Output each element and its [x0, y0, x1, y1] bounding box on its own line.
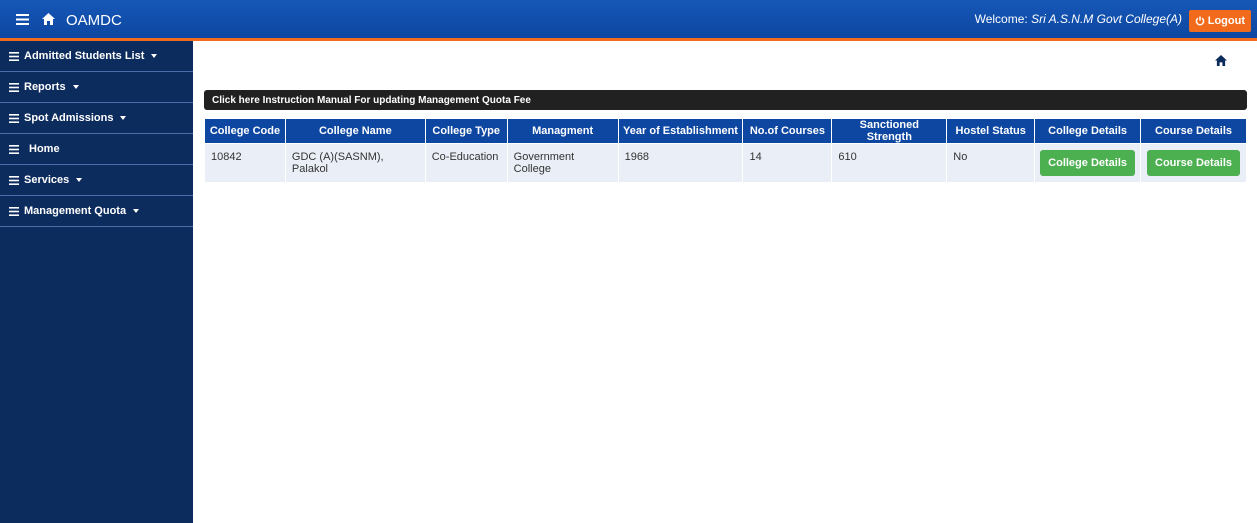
- column-header: Managment: [506, 118, 619, 144]
- column-header: College Type: [424, 118, 508, 144]
- sidebar-item-spot-admissions[interactable]: Spot Admissions: [0, 103, 193, 134]
- college-type-cell: Co-Education: [424, 143, 508, 183]
- sidebar-item-home[interactable]: Home: [0, 134, 193, 165]
- college-details-button[interactable]: College Details: [1040, 150, 1136, 176]
- column-header: College Details: [1034, 118, 1142, 144]
- app-brand[interactable]: OAMDC: [66, 12, 122, 29]
- sidebar-item-management-quota[interactable]: Management Quota: [0, 196, 193, 227]
- column-header: Course Details: [1140, 118, 1247, 144]
- sidebar-item-services[interactable]: Services: [0, 165, 193, 196]
- bars-icon: [9, 113, 19, 123]
- bars-icon: [9, 175, 19, 185]
- hostel-cell: No: [946, 143, 1036, 183]
- course-details-cell: Course Details: [1140, 143, 1247, 183]
- sidebar-item-label: Admitted Students List: [24, 50, 145, 62]
- caret-down-icon: [76, 178, 83, 182]
- sidebar-item-label: Services: [24, 174, 70, 186]
- logout-button[interactable]: Logout: [1188, 10, 1251, 32]
- hamburger-menu-icon[interactable]: [16, 14, 29, 25]
- logout-label: Logout: [1207, 15, 1245, 27]
- home-icon[interactable]: [1215, 55, 1227, 66]
- table-header-row: College Code College Name College Type M…: [204, 118, 1247, 144]
- caret-down-icon: [133, 209, 140, 213]
- bars-icon: [9, 144, 19, 154]
- college-name-cell: GDC (A)(SASNM), Palakol: [284, 143, 426, 183]
- bars-icon: [9, 82, 19, 92]
- college-table: College Code College Name College Type M…: [204, 118, 1247, 183]
- column-header: Sanctioned Strength: [831, 118, 948, 144]
- column-header: Hostel Status: [946, 118, 1036, 144]
- caret-down-icon: [72, 85, 79, 89]
- sidebar-item-label: Spot Admissions: [24, 112, 114, 124]
- caret-down-icon: [151, 54, 158, 58]
- instruction-manual-link[interactable]: Click here Instruction Manual For updati…: [204, 90, 1247, 110]
- welcome-message: Welcome: Sri A.S.N.M Govt College(A): [975, 12, 1182, 26]
- courses-cell: 14: [742, 143, 833, 183]
- sidebar-item-label: Home: [29, 143, 60, 155]
- college-details-cell: College Details: [1034, 143, 1142, 183]
- home-icon[interactable]: [42, 13, 55, 25]
- column-header: College Code: [204, 118, 286, 144]
- column-header: College Name: [284, 118, 426, 144]
- welcome-label: Welcome:: [974, 12, 1028, 26]
- caret-down-icon: [120, 116, 127, 120]
- column-header: No.of Courses: [742, 118, 833, 144]
- bars-icon: [9, 51, 19, 61]
- strength-cell: 610: [831, 143, 948, 183]
- course-details-button[interactable]: Course Details: [1147, 150, 1241, 176]
- column-header: Year of Establishment: [617, 118, 744, 144]
- sidebar: Admitted Students List Reports Spot Admi…: [0, 41, 193, 523]
- table-row: 10842 GDC (A)(SASNM), Palakol Co-Educati…: [204, 143, 1247, 183]
- sidebar-item-label: Management Quota: [24, 205, 127, 217]
- top-navbar: OAMDC Welcome: Sri A.S.N.M Govt College(…: [0, 0, 1257, 41]
- college-code-cell: 10842: [204, 143, 286, 183]
- sidebar-item-admitted-students-list[interactable]: Admitted Students List: [0, 41, 193, 72]
- year-cell: 1968: [617, 143, 744, 183]
- sidebar-item-reports[interactable]: Reports: [0, 72, 193, 103]
- management-cell: Government College: [506, 143, 619, 183]
- power-icon: [1195, 16, 1205, 26]
- bars-icon: [9, 206, 19, 216]
- welcome-user: Sri A.S.N.M Govt College(A): [1031, 12, 1182, 26]
- sidebar-item-label: Reports: [24, 81, 66, 93]
